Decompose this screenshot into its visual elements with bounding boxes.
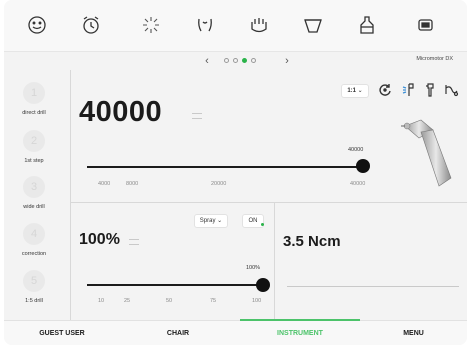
step-label: 1st step (24, 158, 44, 164)
step-number: 3 (23, 176, 45, 198)
handpiece-icon[interactable] (422, 82, 438, 98)
tick-label: 25 (124, 298, 131, 304)
tooth-icon[interactable] (194, 14, 216, 36)
light-icon[interactable] (140, 14, 162, 36)
water-icon[interactable] (443, 82, 459, 98)
torque-slider-track[interactable] (287, 286, 459, 287)
tick-label: 75 (210, 298, 217, 304)
gum-icon[interactable] (248, 14, 270, 36)
top-toolbar (4, 0, 467, 52)
step-label: 1:5 drill (25, 298, 43, 304)
ratio-value: 1:1 (347, 88, 356, 94)
app-frame: ‹ › Micromotor DX 1 direct drill 2 1st s… (4, 0, 467, 345)
bowl-icon[interactable] (356, 14, 378, 36)
ratio-selector[interactable]: 1:1 ⌄ (341, 84, 369, 98)
step-item[interactable]: 5 1:5 drill (4, 270, 70, 318)
spray-mode-value: Spray (199, 218, 216, 224)
step-label: correction (21, 251, 47, 257)
step-item[interactable]: 4 correction (4, 223, 70, 271)
spray-mode-selector[interactable]: Spray ⌄ (194, 214, 228, 228)
spray-slider-track[interactable] (87, 284, 263, 286)
device-name: Micromotor DX (416, 56, 453, 62)
status-indicator (261, 223, 264, 226)
spray-light-icon[interactable] (400, 82, 416, 98)
step-number: 4 (23, 223, 45, 245)
page-dot-active[interactable] (242, 58, 247, 63)
handpiece-image (399, 116, 459, 192)
spray-value[interactable]: 100% (79, 231, 120, 249)
step-list: 1 direct drill 2 1st step 3 wide drill 4… (4, 70, 70, 320)
previous-page-button[interactable]: ‹ (200, 54, 214, 68)
step-number: 2 (23, 130, 45, 152)
slider-value-label: 40000 (348, 147, 364, 153)
tick-label: 50 (166, 298, 173, 304)
speed-panel: 1:1 ⌄ 40000 40000 4000 8000 20000 40000 (71, 70, 467, 202)
torque-panel: 3.5 Ncm (275, 203, 467, 320)
equal-icon (192, 113, 202, 119)
page-dot[interactable] (224, 58, 229, 63)
chevron-down-icon: ⌄ (217, 218, 223, 224)
smiley-icon[interactable] (26, 14, 48, 36)
rotation-direction-icon[interactable] (377, 82, 393, 98)
tick-label: 4000 (98, 181, 111, 187)
page-dot[interactable] (251, 58, 256, 63)
tick-label: 20000 (211, 181, 227, 187)
page-indicator: ‹ › Micromotor DX (4, 52, 467, 70)
speed-slider-knob[interactable] (356, 159, 370, 173)
step-number: 1 (23, 82, 45, 104)
spray-panel: Spray ⌄ ON 100% 100% 10 25 50 75 100 (71, 203, 274, 320)
tick-label: 40000 (350, 181, 366, 187)
torque-value[interactable]: 3.5 Ncm (283, 233, 341, 250)
alarm-clock-icon[interactable] (80, 14, 102, 36)
tick-label: 10 (98, 298, 105, 304)
cup-icon[interactable] (302, 14, 324, 36)
step-item[interactable]: 2 1st step (4, 130, 70, 178)
nav-chair[interactable]: CHAIR (120, 321, 236, 345)
speed-value[interactable]: 40000 (79, 96, 162, 129)
step-number: 5 (23, 270, 45, 292)
bottom-navigation: GUEST USER CHAIR INSTRUMENT MENU (4, 319, 467, 345)
slider-value-label: 100% (246, 265, 261, 271)
nav-menu[interactable]: MENU (360, 321, 467, 345)
spray-toggle[interactable]: ON (242, 214, 264, 228)
nav-guest-user[interactable]: GUEST USER (4, 321, 120, 345)
chevron-down-icon: ⌄ (357, 88, 363, 94)
spray-slider-knob[interactable] (256, 278, 270, 292)
step-item[interactable]: 3 wide drill (4, 176, 70, 224)
equal-icon (129, 239, 139, 245)
tick-label: 8000 (126, 181, 139, 187)
battery-icon[interactable] (414, 14, 436, 36)
next-page-button[interactable]: › (280, 54, 294, 68)
spray-toggle-label: ON (248, 218, 258, 224)
step-label: wide drill (23, 204, 45, 210)
speed-slider-track[interactable] (87, 166, 363, 168)
tick-label: 100 (252, 298, 262, 304)
step-item[interactable]: 1 direct drill (4, 82, 70, 130)
step-label: direct drill (22, 110, 46, 116)
page-dot[interactable] (233, 58, 238, 63)
nav-instrument[interactable]: INSTRUMENT (240, 321, 360, 345)
